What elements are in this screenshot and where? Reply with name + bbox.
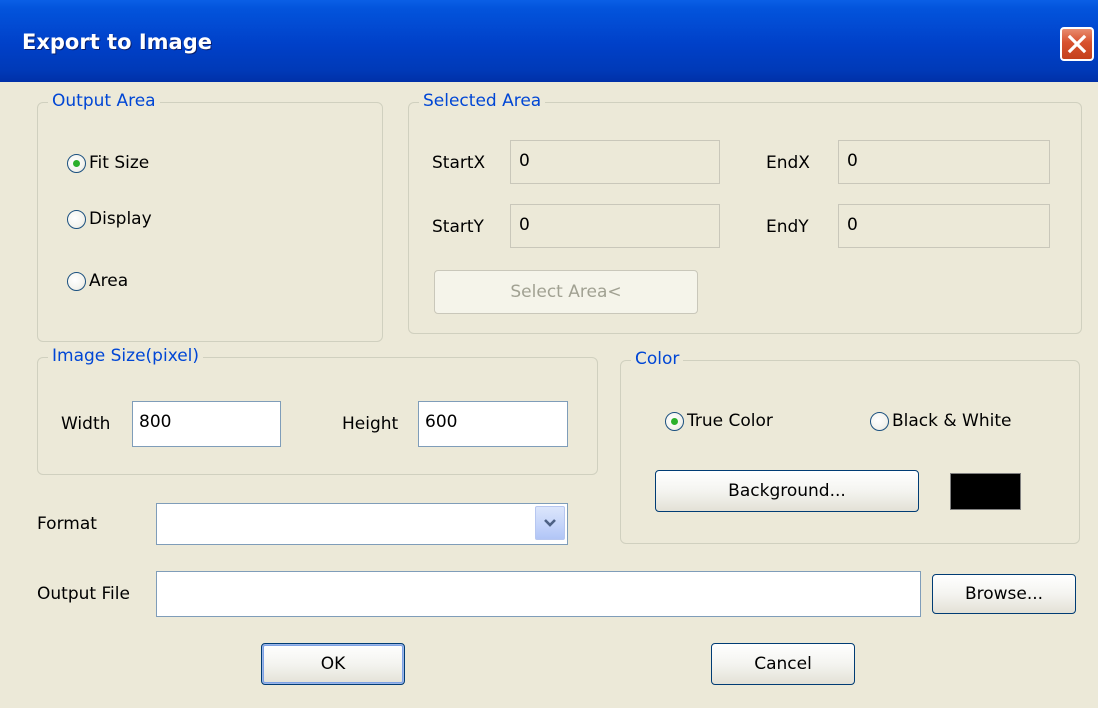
radio-fit-size-label: Fit Size	[89, 153, 150, 173]
radio-fit-size[interactable]: Fit Size	[67, 152, 149, 174]
radio-true-color-indicator[interactable]	[665, 411, 684, 431]
height-label: Height	[342, 414, 399, 434]
radio-display-indicator[interactable]	[67, 209, 86, 229]
chevron-down-icon	[544, 519, 556, 527]
radio-area-indicator[interactable]	[67, 271, 86, 291]
width-field[interactable]: 800	[132, 401, 281, 447]
height-field[interactable]: 600	[418, 401, 568, 447]
image-size-legend: Image Size(pixel)	[48, 344, 204, 368]
close-button[interactable]	[1060, 27, 1094, 61]
color-group: Color	[620, 347, 1080, 544]
format-label: Format	[37, 514, 97, 534]
background-color-swatch[interactable]	[950, 473, 1021, 510]
selected-area-legend: Selected Area	[419, 89, 546, 113]
radio-display[interactable]: Display	[67, 208, 152, 230]
radio-black-white[interactable]: Black & White	[870, 410, 1012, 432]
format-select[interactable]	[156, 503, 568, 545]
select-area-button[interactable]: Select Area<	[434, 270, 698, 314]
radio-true-color-label: True Color	[687, 411, 773, 431]
endx-label: EndX	[766, 153, 810, 173]
ok-button[interactable]: OK	[261, 643, 405, 685]
export-dialog: Export to Image Output Area Fit Size Dis…	[0, 0, 1098, 708]
format-dropdown-button[interactable]	[535, 506, 565, 540]
starty-label: StartY	[432, 217, 484, 237]
startx-field[interactable]: 0	[510, 140, 720, 184]
output-file-field[interactable]	[156, 571, 921, 617]
width-label: Width	[61, 414, 111, 434]
radio-display-label: Display	[89, 209, 152, 229]
radio-area-label: Area	[89, 271, 129, 291]
browse-button[interactable]: Browse...	[932, 574, 1076, 614]
close-icon	[1067, 34, 1087, 54]
dialog-title: Export to Image	[22, 30, 212, 54]
endy-field[interactable]: 0	[838, 204, 1050, 248]
title-bar[interactable]: Export to Image	[0, 0, 1098, 82]
endy-label: EndY	[766, 217, 809, 237]
startx-label: StartX	[432, 153, 486, 173]
background-button[interactable]: Background...	[655, 470, 919, 512]
radio-black-white-label: Black & White	[892, 411, 1012, 431]
starty-field[interactable]: 0	[510, 204, 720, 248]
color-legend: Color	[631, 347, 684, 371]
radio-fit-size-indicator[interactable]	[67, 153, 86, 173]
radio-true-color[interactable]: True Color	[665, 410, 773, 432]
output-area-legend: Output Area	[48, 89, 160, 113]
output-file-label: Output File	[37, 584, 130, 604]
radio-black-white-indicator[interactable]	[870, 411, 889, 431]
cancel-button[interactable]: Cancel	[711, 643, 855, 685]
endx-field[interactable]: 0	[838, 140, 1050, 184]
radio-area[interactable]: Area	[67, 270, 128, 292]
